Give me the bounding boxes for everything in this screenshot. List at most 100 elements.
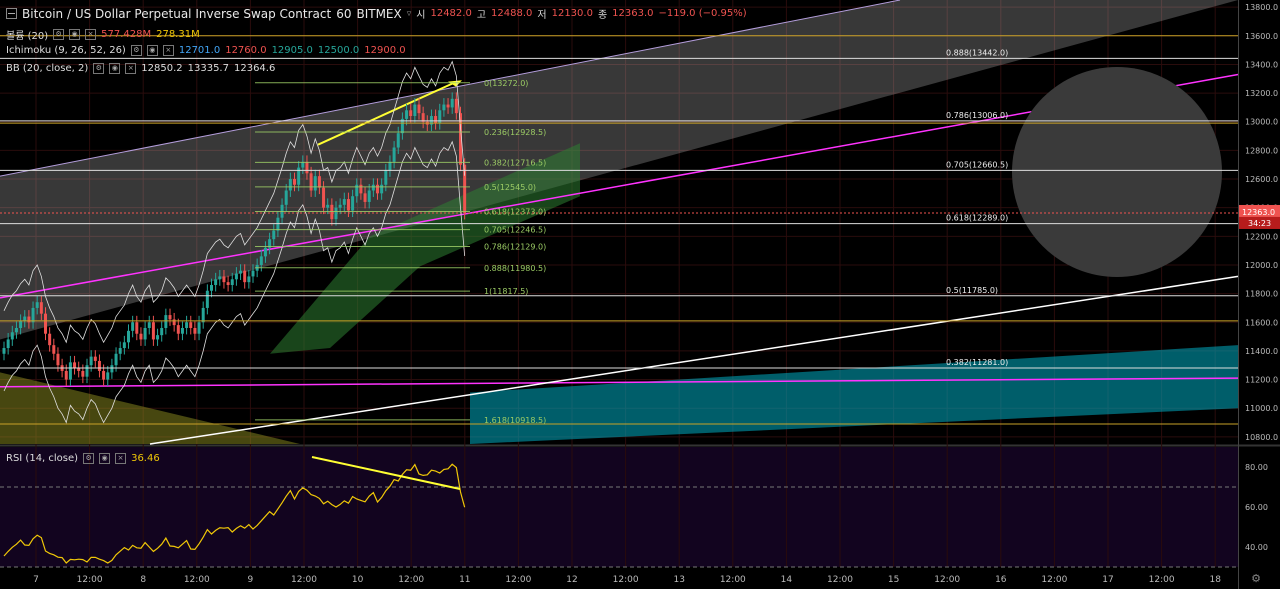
volume-legend[interactable]: 볼륨 (20) ⚙ ◉ × 577.428M 278.31M: [6, 27, 200, 42]
fib-short-label: 0.888(11980.5): [484, 264, 546, 273]
avatar-image: [1012, 67, 1222, 277]
candle-body: [363, 193, 367, 202]
candle-body: [214, 279, 218, 286]
price-tick-label: 13200.0: [1245, 89, 1278, 98]
candle-body: [6, 339, 10, 349]
high-value: 12488.0: [491, 8, 533, 19]
eye-icon[interactable]: ◉: [99, 453, 111, 464]
rsi-value: 36.46: [131, 453, 160, 464]
time-tick-label: 17: [1102, 575, 1113, 585]
eye-icon[interactable]: ◉: [69, 29, 81, 40]
candle-body: [293, 179, 296, 185]
low-value: 12130.0: [551, 8, 593, 19]
candle-body: [442, 104, 446, 111]
candle-body: [276, 217, 280, 231]
rsi-label: RSI (14, close): [6, 453, 79, 464]
candle-body: [160, 327, 164, 336]
gear-icon: ⚙: [1251, 572, 1261, 585]
candle-body: [131, 322, 135, 331]
interval-label: 60: [336, 6, 352, 21]
time-tick-label: 8: [140, 575, 146, 585]
candle-body: [309, 173, 313, 191]
candle-body: [193, 327, 197, 334]
volume-label: 볼륨 (20): [6, 31, 49, 42]
collapse-icon[interactable]: [6, 8, 17, 19]
candle-body: [326, 204, 330, 208]
time-tick-label: 14: [781, 575, 793, 585]
bb-label: BB (20, close, 2): [6, 63, 89, 74]
symbol-legend[interactable]: Bitcoin / US Dollar Perpetual Inverse Sw…: [6, 6, 747, 21]
fib-short-label: 0(13272.0): [484, 79, 528, 88]
candle-body: [454, 98, 458, 114]
open-value: 12482.0: [430, 8, 472, 19]
candle-body: [48, 333, 52, 346]
candle-body: [68, 362, 72, 380]
time-tick-label: 9: [248, 575, 254, 585]
price-tick-label: 12800.0: [1245, 146, 1278, 155]
candle-body: [359, 184, 363, 194]
symbol-title: Bitcoin / US Dollar Perpetual Inverse Sw…: [22, 6, 332, 21]
eye-icon[interactable]: ◉: [109, 63, 121, 74]
time-tick-label: 13: [673, 575, 684, 585]
high-label: 고: [476, 10, 487, 21]
fib-short-label: 0.382(12716.5): [484, 158, 546, 167]
candle-body: [376, 184, 379, 194]
settings-icon[interactable]: ⚙: [83, 453, 95, 464]
candle-body: [31, 307, 35, 323]
settings-icon[interactable]: ⚙: [53, 29, 65, 40]
price-tick-label: 11200.0: [1245, 376, 1278, 385]
bb-legend[interactable]: BB (20, close, 2) ⚙ ◉ × 12850.2 13335.7 12…: [6, 63, 275, 74]
candle-body: [180, 327, 184, 334]
close-icon[interactable]: ×: [85, 29, 97, 40]
candle-body: [143, 327, 147, 340]
volume-ma-value: 278.31M: [156, 29, 200, 40]
candle-body: [313, 176, 317, 191]
last-price-label: 12363.0: [1242, 208, 1275, 217]
close-value: 12363.0: [612, 8, 654, 19]
settings-icon[interactable]: ⚙: [130, 45, 142, 56]
low-label: 저: [537, 10, 547, 21]
candle-body: [346, 199, 350, 211]
settings-icon[interactable]: ⚙: [93, 63, 105, 74]
candle-body: [164, 315, 168, 328]
trading-chart[interactable]: 0.888(13442.0) 0.786(13006.0) 0.705(12660.…: [0, 0, 1280, 589]
candle-body: [338, 204, 342, 208]
candle-body: [23, 316, 27, 321]
close-icon[interactable]: ×: [115, 453, 127, 464]
candle-body: [342, 199, 346, 205]
candle-body: [234, 273, 238, 280]
candle-body: [367, 190, 371, 202]
candle-body: [2, 348, 6, 354]
fib-short-label: 0.618(12373.0): [484, 208, 546, 217]
rsi-legend[interactable]: RSI (14, close) ⚙ ◉ × 36.46: [6, 453, 160, 464]
rsi-tick-label: 60.00: [1245, 503, 1268, 512]
price-tick-label: 12000.0: [1245, 261, 1278, 270]
chevron-down-icon[interactable]: ▿: [407, 9, 412, 19]
candle-body: [205, 290, 209, 308]
candle-body: [392, 147, 396, 162]
time-tick-label: 11: [459, 575, 470, 585]
time-tick-label: 12:00: [398, 575, 424, 585]
time-tick-label: 12:00: [827, 575, 853, 585]
fib-short-label: 0.705(12246.5): [484, 226, 546, 235]
candle-body: [230, 279, 234, 286]
ichimoku-conversion: 12701.0: [178, 45, 221, 56]
eye-icon[interactable]: ◉: [146, 45, 158, 56]
rsi-tick-label: 80.00: [1245, 463, 1268, 472]
candle-body: [322, 187, 326, 208]
candle-body: [259, 256, 263, 265]
candle-body: [272, 230, 276, 240]
price-tick-label: 11800.0: [1245, 290, 1278, 299]
candle-body: [44, 313, 47, 334]
candle-body: [56, 353, 60, 366]
candle-body: [417, 104, 421, 114]
candle-body: [114, 353, 118, 366]
candle-body: [27, 316, 31, 323]
close-icon[interactable]: ×: [125, 63, 137, 74]
candle-body: [284, 190, 288, 205]
close-icon[interactable]: ×: [162, 45, 174, 56]
price-tick-label: 12600.0: [1245, 175, 1278, 184]
price-tick-label: 11400.0: [1245, 347, 1278, 356]
fib-short-label: 0.236(12928.5): [484, 128, 546, 137]
ichimoku-legend[interactable]: Ichimoku (9, 26, 52, 26) ⚙ ◉ × 12701.0 127…: [6, 45, 406, 56]
